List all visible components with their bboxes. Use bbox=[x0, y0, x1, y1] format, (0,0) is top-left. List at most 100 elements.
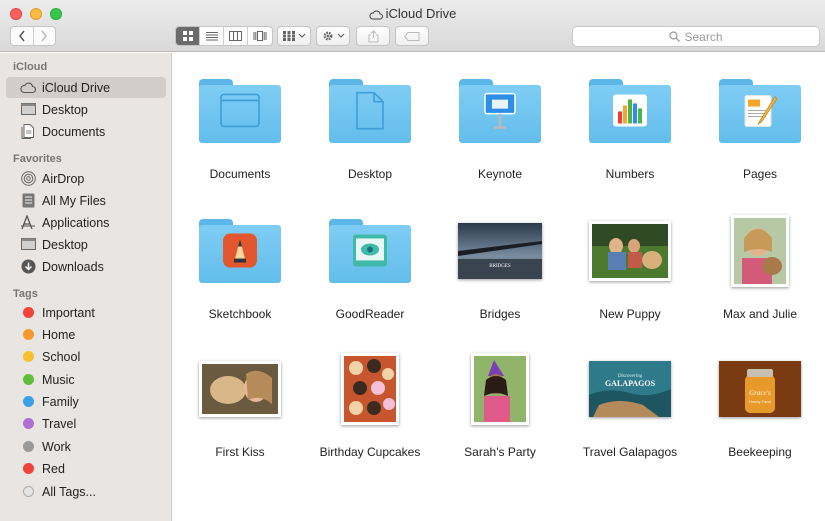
applications-icon bbox=[20, 215, 36, 231]
sidebar-tag-family[interactable]: Family bbox=[6, 391, 166, 412]
sidebar-item-downloads[interactable]: Downloads bbox=[6, 256, 166, 277]
sidebar-item-label: iCloud Drive bbox=[42, 80, 111, 95]
file-item-documents[interactable]: Documents bbox=[180, 65, 300, 185]
file-item-label: Beekeeping bbox=[728, 445, 792, 459]
file-item-sketchbook[interactable]: Sketchbook bbox=[180, 205, 300, 325]
file-item-goodreader[interactable]: GoodReader bbox=[310, 205, 430, 325]
sidebar-item-all-my-files[interactable]: All My Files bbox=[6, 190, 166, 211]
documents-icon bbox=[20, 124, 36, 140]
folder-icon bbox=[180, 205, 300, 297]
file-item-birthday-cupcakes[interactable]: Birthday Cupcakes bbox=[310, 343, 430, 463]
list-view-button[interactable] bbox=[200, 27, 224, 45]
file-item-keynote[interactable]: Keynote bbox=[440, 65, 560, 185]
cover-flow-button[interactable] bbox=[248, 27, 272, 45]
file-item-beekeeping[interactable]: Grace's Honey Farm Beekeeping bbox=[700, 343, 820, 463]
file-item-label: First Kiss bbox=[215, 445, 265, 459]
photo-frame bbox=[341, 353, 399, 425]
sidebar-item-documents[interactable]: Documents bbox=[6, 121, 166, 142]
sidebar-all-tags[interactable]: All Tags... bbox=[6, 481, 166, 502]
sidebar-tag-music[interactable]: Music bbox=[6, 369, 166, 390]
sketchbook-icon bbox=[222, 233, 258, 274]
sidebar-item-desktop[interactable]: Desktop bbox=[6, 99, 166, 120]
cloud-icon bbox=[20, 80, 36, 96]
sidebar-item-desktop-favorite[interactable]: Desktop bbox=[6, 234, 166, 255]
sidebar-item-airdrop[interactable]: AirDrop bbox=[6, 168, 166, 189]
file-item-travel-galapagos[interactable]: Discovering GALAPAGOS Travel Galapagos bbox=[570, 343, 690, 463]
folder-icon bbox=[440, 65, 560, 157]
file-item-sarahs-party[interactable]: Sarah's Party bbox=[440, 343, 560, 463]
travel-galapagos-thumbnail: Discovering GALAPAGOS bbox=[570, 343, 690, 435]
pages-icon bbox=[742, 93, 778, 134]
file-item-label: GoodReader bbox=[335, 307, 405, 321]
nav-buttons bbox=[10, 26, 56, 46]
share-button[interactable] bbox=[356, 26, 390, 46]
beekeeping-script-text: Grace's bbox=[749, 389, 771, 397]
sidebar-item-icloud-drive[interactable]: iCloud Drive bbox=[6, 77, 166, 98]
sidebar-item-applications[interactable]: Applications bbox=[6, 212, 166, 233]
edit-tags-button[interactable] bbox=[395, 26, 429, 46]
file-item-max-and-julie[interactable]: Max and Julie bbox=[700, 205, 820, 325]
window-icon bbox=[220, 93, 260, 132]
file-item-desktop[interactable]: Desktop bbox=[310, 65, 430, 185]
file-item-label: Numbers bbox=[605, 167, 655, 181]
sidebar-item-label: Home bbox=[42, 327, 76, 342]
folder-icon bbox=[180, 65, 300, 157]
sidebar-tag-school[interactable]: School bbox=[6, 346, 166, 367]
tag-dot-icon bbox=[20, 439, 36, 455]
group-grid-icon bbox=[282, 31, 295, 41]
sidebar-item-label: Documents bbox=[42, 124, 106, 139]
file-item-label: Max and Julie bbox=[722, 307, 798, 321]
file-item-pages[interactable]: Pages bbox=[700, 65, 820, 185]
cover-flow-icon bbox=[253, 31, 267, 41]
tag-dot-icon bbox=[20, 394, 36, 410]
birthday-cupcakes-thumbnail bbox=[310, 343, 430, 435]
file-item-label: Travel Galapagos bbox=[582, 445, 678, 459]
section-heading-tags: Tags bbox=[13, 288, 38, 300]
sidebar-tag-home[interactable]: Home bbox=[6, 324, 166, 345]
photo-frame bbox=[471, 353, 529, 425]
search-icon bbox=[669, 31, 681, 42]
document-icon bbox=[355, 91, 385, 135]
title-bar: iCloud Drive Search bbox=[0, 0, 825, 52]
file-item-numbers[interactable]: Numbers bbox=[570, 65, 690, 185]
chevron-down-icon bbox=[337, 33, 344, 38]
sidebar-tag-work[interactable]: Work bbox=[6, 436, 166, 457]
search-field[interactable]: Search bbox=[572, 26, 820, 47]
beekeeping-thumbnail: Grace's Honey Farm bbox=[700, 343, 820, 435]
group-by-button[interactable] bbox=[277, 26, 311, 46]
forward-button[interactable] bbox=[34, 27, 56, 45]
bridges-title-text: BRIDGES bbox=[489, 264, 511, 269]
tag-dot-icon bbox=[20, 461, 36, 477]
grid-icon bbox=[182, 31, 193, 41]
action-menu-button[interactable] bbox=[316, 26, 350, 46]
file-item-new-puppy[interactable]: New Puppy bbox=[570, 205, 690, 325]
cloud-icon bbox=[369, 8, 383, 23]
sidebar-item-label: Desktop bbox=[42, 237, 88, 252]
icon-view-button[interactable] bbox=[176, 27, 200, 45]
sidebar-tag-important[interactable]: Important bbox=[6, 302, 166, 323]
tag-dot-icon bbox=[20, 327, 36, 343]
file-item-first-kiss[interactable]: First Kiss bbox=[180, 343, 300, 463]
chevron-left-icon bbox=[18, 30, 25, 42]
all-files-icon bbox=[20, 193, 36, 209]
view-mode-control bbox=[175, 26, 273, 46]
all-tags-icon bbox=[20, 484, 36, 500]
airdrop-icon bbox=[20, 171, 36, 187]
file-item-label: Sketchbook bbox=[208, 307, 272, 321]
folder-icon bbox=[700, 65, 820, 157]
tag-icon bbox=[404, 31, 420, 41]
column-view-button[interactable] bbox=[224, 27, 248, 45]
sidebar-item-label: Music bbox=[42, 372, 75, 387]
sidebar-tag-travel[interactable]: Travel bbox=[6, 413, 166, 434]
sidebar-item-label: Work bbox=[42, 439, 71, 454]
back-button[interactable] bbox=[11, 27, 34, 45]
file-item-bridges[interactable]: BRIDGES Bridges bbox=[440, 205, 560, 325]
sidebar-item-label: Important bbox=[42, 305, 95, 320]
sidebar-item-label: Downloads bbox=[42, 259, 104, 274]
file-item-label: Sarah's Party bbox=[464, 445, 536, 459]
tag-dot-icon bbox=[20, 416, 36, 432]
sidebar-item-label: Travel bbox=[42, 416, 77, 431]
sidebar-tag-red[interactable]: Red bbox=[6, 458, 166, 479]
section-heading-icloud: iCloud bbox=[13, 61, 48, 73]
file-item-label: Keynote bbox=[477, 167, 523, 181]
